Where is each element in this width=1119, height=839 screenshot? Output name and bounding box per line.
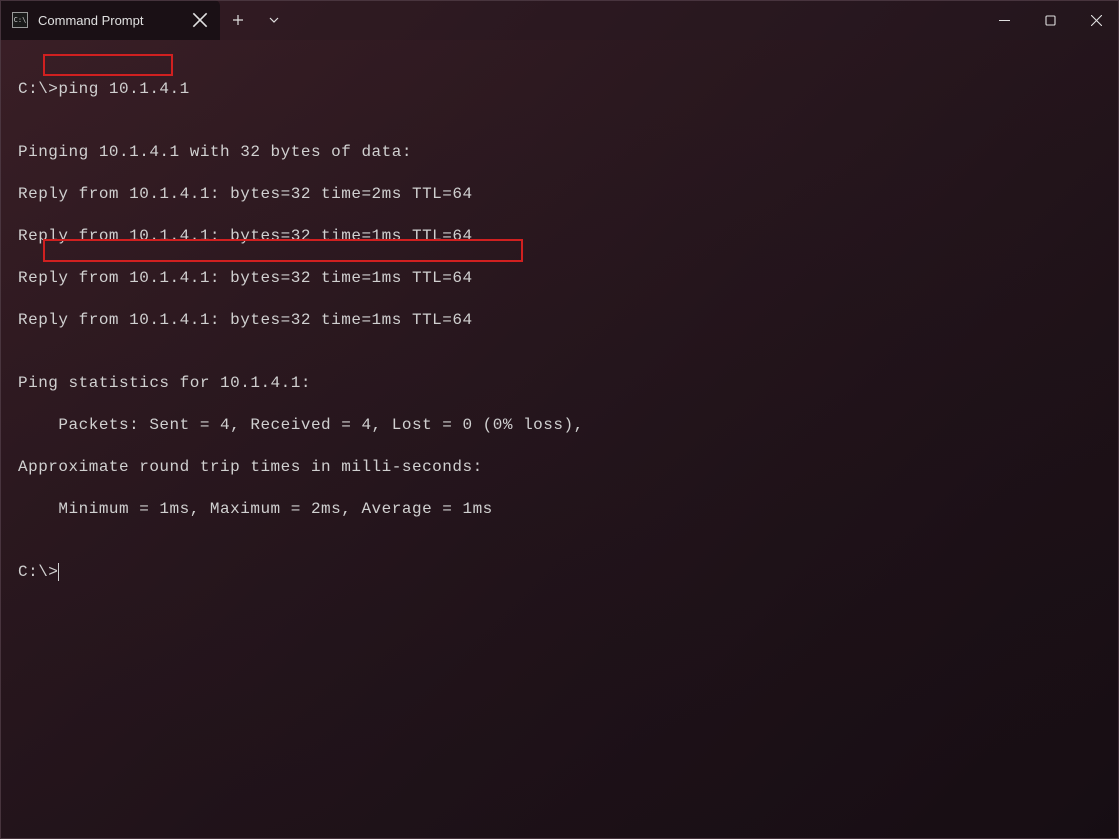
prompt-line: C:\> [18, 562, 1101, 583]
minimize-button[interactable] [981, 0, 1027, 40]
command-text: ping 10.1.4.1 [58, 80, 189, 98]
window-controls [981, 0, 1119, 40]
output-line: Approximate round trip times in milli-se… [18, 457, 1101, 478]
maximize-button[interactable] [1027, 0, 1073, 40]
prompt-line: C:\>ping 10.1.4.1 [18, 79, 1101, 100]
output-line: Reply from 10.1.4.1: bytes=32 time=1ms T… [18, 310, 1101, 331]
terminal-output[interactable]: C:\>ping 10.1.4.1 Pinging 10.1.4.1 with … [0, 40, 1119, 839]
text-cursor [58, 563, 59, 581]
prompt: C:\> [18, 563, 58, 581]
output-line: Reply from 10.1.4.1: bytes=32 time=1ms T… [18, 268, 1101, 289]
tab-close-button[interactable] [192, 12, 208, 28]
new-tab-button[interactable] [220, 0, 256, 40]
tab-dropdown-button[interactable] [256, 0, 292, 40]
titlebar-drag-area[interactable] [292, 0, 981, 40]
output-line: Reply from 10.1.4.1: bytes=32 time=2ms T… [18, 184, 1101, 205]
output-line: Reply from 10.1.4.1: bytes=32 time=1ms T… [18, 226, 1101, 247]
close-window-button[interactable] [1073, 0, 1119, 40]
output-line: Ping statistics for 10.1.4.1: [18, 373, 1101, 394]
cmd-icon: C:\ [12, 12, 28, 28]
titlebar: C:\ Command Prompt [0, 0, 1119, 40]
output-line: Pinging 10.1.4.1 with 32 bytes of data: [18, 142, 1101, 163]
output-line: Packets: Sent = 4, Received = 4, Lost = … [18, 415, 1101, 436]
active-tab[interactable]: C:\ Command Prompt [0, 0, 220, 40]
prompt: C:\> [18, 80, 58, 98]
annotation-highlight [43, 54, 173, 76]
output-line: Minimum = 1ms, Maximum = 2ms, Average = … [18, 499, 1101, 520]
tab-title: Command Prompt [38, 13, 182, 28]
